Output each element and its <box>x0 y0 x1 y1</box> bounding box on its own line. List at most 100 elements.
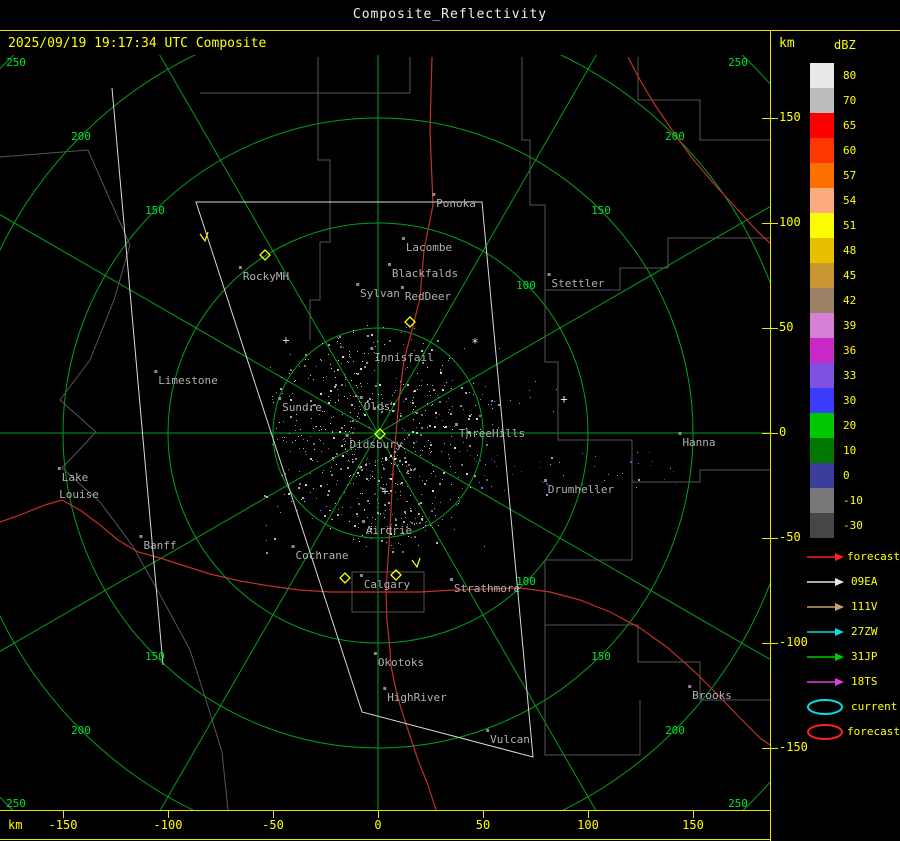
dbz-colorbar: 80 70 65 60 57 54 51 48 45 42 39 36 33 30 20 10 0 -10 -30 <box>810 63 898 538</box>
colorbar-row: 42 <box>810 288 898 313</box>
city-label: Hanna <box>682 436 715 449</box>
colorbar-swatch <box>810 238 834 263</box>
city-marker-icon <box>400 286 404 289</box>
city-marker-icon <box>450 578 453 581</box>
right-axis-tick <box>762 643 778 644</box>
colorbar-row: 51 <box>810 213 898 238</box>
bottom-axis-unit-label: km <box>8 818 23 832</box>
city-marker-icon <box>291 545 295 548</box>
city-label: Drumheller <box>548 483 615 496</box>
city-marker-icon <box>486 729 490 732</box>
legend-label: 27ZW <box>851 625 878 638</box>
colorbar-value: 45 <box>843 269 857 282</box>
city-label: Stettler <box>552 277 605 290</box>
colorbar-swatch <box>810 288 834 313</box>
city-label: Olds <box>364 400 391 413</box>
legend-label: 09EA <box>851 575 878 588</box>
right-axis-tick <box>762 748 778 749</box>
right-axis-tick <box>762 433 778 434</box>
legend-item: 18TS <box>804 669 900 694</box>
city-label: Brooks <box>692 689 732 702</box>
city-marker-icon <box>154 370 158 373</box>
map-bottom-border <box>0 810 770 811</box>
legend-label: 31JP <box>851 650 878 663</box>
svg-text:200: 200 <box>71 724 91 737</box>
colorbar-value: 20 <box>843 419 857 432</box>
colorbar-swatch <box>810 438 834 463</box>
legend-label: 111V <box>851 600 878 613</box>
colorbar-swatch <box>810 413 834 438</box>
colorbar-row: -10 <box>810 488 898 513</box>
bottom-axis-value: 100 <box>577 818 599 832</box>
city-label: RockyMH <box>243 270 289 283</box>
city-marker-icon <box>432 193 436 196</box>
colorbar-row: 30 <box>810 388 898 413</box>
city-label: Sylvan <box>360 287 400 300</box>
legend-item: current <box>804 694 900 719</box>
legend-item: 27ZW <box>804 619 900 644</box>
colorbar-value: 39 <box>843 319 857 332</box>
colorbar-swatch <box>810 188 834 213</box>
bottom-axis-tick <box>588 810 589 818</box>
city-label: Sundre <box>282 401 322 414</box>
plus-icon: + <box>381 484 388 498</box>
colorbar-value: 80 <box>843 69 857 82</box>
city-label: Innisfail <box>374 351 434 364</box>
svg-text:200: 200 <box>665 130 685 143</box>
colorbar-row: 20 <box>810 413 898 438</box>
city-marker-icon <box>356 283 360 286</box>
bottom-axis-tick <box>378 810 379 818</box>
colorbar-value: 30 <box>843 394 857 407</box>
colorbar-swatch <box>810 313 834 338</box>
city-label: Didsbury <box>350 438 403 451</box>
colorbar-value: 48 <box>843 244 857 257</box>
right-axis-value: 150 <box>779 110 801 124</box>
city-label: Strathmore <box>454 582 520 595</box>
legend-arrow-icon <box>807 577 844 586</box>
city-marker-icon <box>370 347 374 350</box>
colorbar-value: 36 <box>843 344 857 357</box>
city-label: Cochrane <box>296 549 349 562</box>
right-axis-value: 50 <box>779 320 794 334</box>
legend-arrow-icon <box>807 652 844 661</box>
right-axis-tick <box>762 538 778 539</box>
radar-site-diamond-icon <box>339 572 351 584</box>
bottom-axis-value: 0 <box>374 818 382 832</box>
city-label: Lake <box>62 471 89 484</box>
legend-item: 111V <box>804 594 900 619</box>
svg-text:150: 150 <box>591 204 611 217</box>
colorbar-swatch <box>810 463 834 488</box>
legend-item: forecast <box>804 719 900 744</box>
right-axis-tick <box>762 118 778 119</box>
city-label: Louise <box>59 488 99 501</box>
colorbar-row: 80 <box>810 63 898 88</box>
checkmark-icon <box>411 557 421 569</box>
city-label: Okotoks <box>378 656 424 669</box>
city-label: Calgary <box>364 578 411 591</box>
colorbar-value: 65 <box>843 119 857 132</box>
colorbar-value: 51 <box>843 219 857 232</box>
colorbar-swatch <box>810 213 834 238</box>
legend-ellipse-icon <box>807 698 843 715</box>
city-marker-icon <box>359 396 363 399</box>
legend-label: forecast <box>847 725 900 738</box>
legend-ellipse-icon <box>807 723 843 740</box>
colorbar-row: -30 <box>810 513 898 538</box>
bottom-axis-tick <box>483 810 484 818</box>
city-label: Banff <box>143 539 176 552</box>
scan-sector-outline <box>111 87 534 758</box>
colorbar-swatch <box>810 338 834 363</box>
colorbar-value: -30 <box>843 519 863 532</box>
svg-text:250: 250 <box>728 56 748 69</box>
city-marker-icon <box>544 479 547 482</box>
svg-text:250: 250 <box>728 797 748 810</box>
city-labels: Ponoka Lacombe Blackfalds Sylvan RedDeer Stet… <box>57 193 732 746</box>
colorbar-title: dBZ <box>834 38 856 52</box>
city-label: Vulcan <box>490 733 530 746</box>
colorbar-value: 70 <box>843 94 857 107</box>
colorbar-value: 0 <box>843 469 850 482</box>
plus-icon: + <box>282 333 289 347</box>
city-marker-icon <box>359 574 363 577</box>
colorbar-row: 39 <box>810 313 898 338</box>
colorbar-swatch <box>810 388 834 413</box>
